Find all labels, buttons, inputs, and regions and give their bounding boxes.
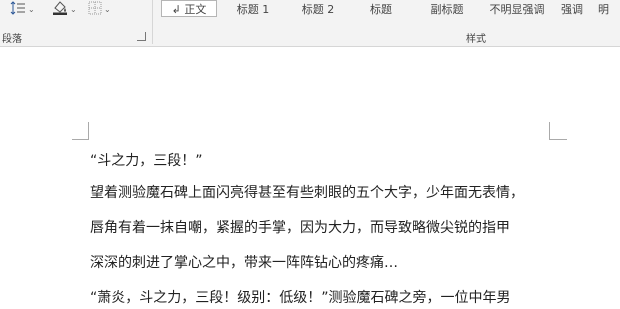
style-subtitle[interactable]: 副标题: [417, 0, 477, 17]
crop-mark-left-vertical: [88, 122, 89, 140]
style-title[interactable]: 标题: [353, 0, 409, 17]
crop-mark-left-horizontal: [72, 139, 89, 140]
document-line-2[interactable]: 望着测验魔石碑上面闪亮得甚至有些刺眼的五个大字，少年面无表情，: [90, 182, 524, 202]
borders-button[interactable]: ⌄: [88, 0, 111, 18]
document-line-3[interactable]: 唇角有着一抹自嘲，紧握的手掌，因为大力，而导致略微尖锐的指甲: [90, 217, 510, 237]
style-heading-2[interactable]: 标题 2: [289, 0, 347, 17]
ribbon: ⌄ ⌄ ⌄ 段落 ↲ 正文 标题 1 标题 2 标题 副标题 不明显强调 强调 …: [0, 0, 620, 46]
shading-icon: [52, 0, 68, 18]
chevron-down-icon: ⌄: [28, 4, 35, 14]
paragraph-group: ⌄ ⌄ ⌄ 段落: [0, 0, 152, 46]
crop-mark-right-horizontal: [549, 139, 567, 140]
paragraph-group-label: 段落: [2, 34, 22, 45]
style-subtle-emphasis[interactable]: 不明显强调: [483, 0, 551, 17]
shading-button[interactable]: ⌄: [52, 0, 77, 18]
styles-gallery: ↲ 正文 标题 1 标题 2 标题 副标题 不明显强调 强调 明: [153, 0, 620, 30]
chevron-down-icon: ⌄: [70, 4, 77, 14]
style-intense[interactable]: 明: [598, 0, 620, 17]
chevron-down-icon: ⌄: [104, 4, 111, 14]
style-heading-1[interactable]: 标题 1: [225, 0, 281, 17]
dialog-launcher-icon[interactable]: [137, 32, 146, 41]
line-spacing-icon: [10, 0, 26, 18]
crop-mark-right-vertical: [549, 122, 550, 140]
ribbon-border: [0, 46, 620, 47]
line-spacing-button[interactable]: ⌄: [10, 0, 35, 18]
style-emphasis[interactable]: 强调: [555, 0, 589, 17]
document-line-1[interactable]: “斗之力，三段！”: [90, 150, 203, 170]
document-line-4[interactable]: 深深的刺进了掌心之中，带来一阵阵钻心的疼痛…: [90, 252, 398, 272]
style-normal[interactable]: ↲ 正文: [161, 0, 217, 17]
styles-group-label: 样式: [466, 34, 486, 45]
document-line-5[interactable]: “萧炎，斗之力，三段！级别：低级！”测验魔石碑之旁，一位中年男: [90, 287, 511, 307]
borders-icon: [88, 1, 102, 18]
